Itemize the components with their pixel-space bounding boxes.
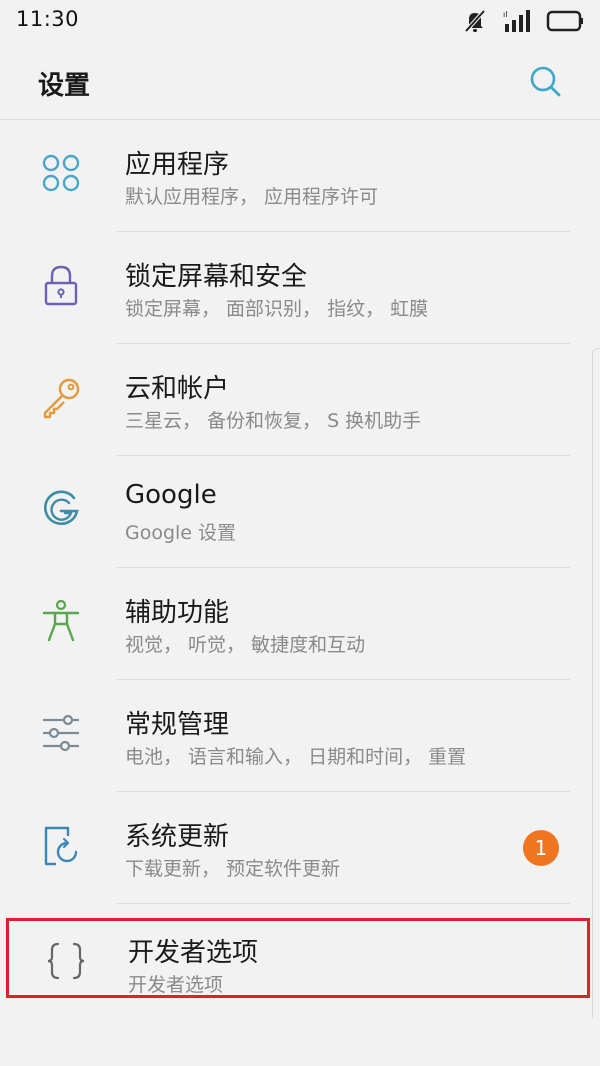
search-icon	[530, 66, 561, 97]
mute-icon	[464, 9, 486, 33]
item-subtitle: 电池， 语言和输入， 日期和时间， 重置	[125, 746, 467, 768]
item-subtitle: 开发者选项	[128, 974, 224, 996]
item-title: 开发者选项	[128, 938, 259, 968]
item-title: 辅助功能	[125, 598, 230, 628]
status-icons: ıl	[462, 8, 584, 34]
signal-icon: ıl	[503, 10, 530, 32]
svg-text:ıl: ıl	[503, 10, 507, 19]
google-icon	[44, 490, 79, 526]
item-subtitle: 视觉， 听觉， 敏捷度和互动	[125, 634, 366, 656]
header: 设置	[0, 42, 600, 120]
battery-icon	[546, 10, 583, 32]
lock-icon	[44, 265, 78, 306]
item-subtitle: 锁定屏幕， 面部识别， 指纹， 虹膜	[125, 298, 429, 320]
item-title: 应用程序	[125, 150, 230, 180]
item-title: 系统更新	[125, 822, 230, 852]
status-time: 11:30	[16, 7, 80, 31]
settings-item-general-management[interactable]: 常规管理 电池， 语言和输入， 日期和时间， 重置	[0, 680, 600, 792]
item-title: 常规管理	[125, 710, 230, 740]
update-icon	[44, 826, 78, 866]
item-subtitle: Google 设置	[125, 522, 237, 544]
settings-item-apps[interactable]: 应用程序 默认应用程序， 应用程序许可	[0, 120, 600, 232]
scroll-indicator	[592, 348, 600, 1019]
item-divider	[116, 903, 570, 904]
item-subtitle: 下载更新， 预定软件更新	[125, 858, 341, 880]
key-icon	[43, 378, 80, 419]
item-subtitle: 三星云， 备份和恢复， S 换机助手	[125, 410, 422, 432]
accessibility-icon	[42, 599, 80, 642]
settings-item-accessibility[interactable]: 辅助功能 视觉， 听觉， 敏捷度和互动	[0, 568, 600, 680]
settings-item-system-update[interactable]: 系统更新 下载更新， 预定软件更新 1	[0, 792, 600, 904]
notification-badge: 1	[523, 830, 559, 866]
settings-item-developer-options[interactable]: 开发者选项 开发者选项	[6, 918, 590, 998]
braces-icon	[47, 942, 85, 980]
item-title: Google	[125, 480, 217, 510]
settings-item-google[interactable]: Google Google 设置	[0, 456, 600, 568]
page-title: 设置	[38, 71, 91, 101]
settings-item-cloud-accounts[interactable]: 云和帐户 三星云， 备份和恢复， S 换机助手	[0, 344, 600, 456]
sliders-icon	[43, 714, 79, 752]
item-title: 云和帐户	[125, 374, 230, 404]
settings-list: 应用程序 默认应用程序， 应用程序许可 锁定屏幕和安全 锁定屏幕， 面部识别， …	[0, 120, 600, 904]
settings-item-lock-screen[interactable]: 锁定屏幕和安全 锁定屏幕， 面部识别， 指纹， 虹膜	[0, 232, 600, 344]
item-title: 锁定屏幕和安全	[125, 262, 308, 292]
item-subtitle: 默认应用程序， 应用程序许可	[125, 186, 379, 208]
search-button[interactable]	[526, 62, 566, 102]
status-bar: 11:30 ıl	[0, 0, 600, 42]
apps-icon	[42, 154, 80, 192]
